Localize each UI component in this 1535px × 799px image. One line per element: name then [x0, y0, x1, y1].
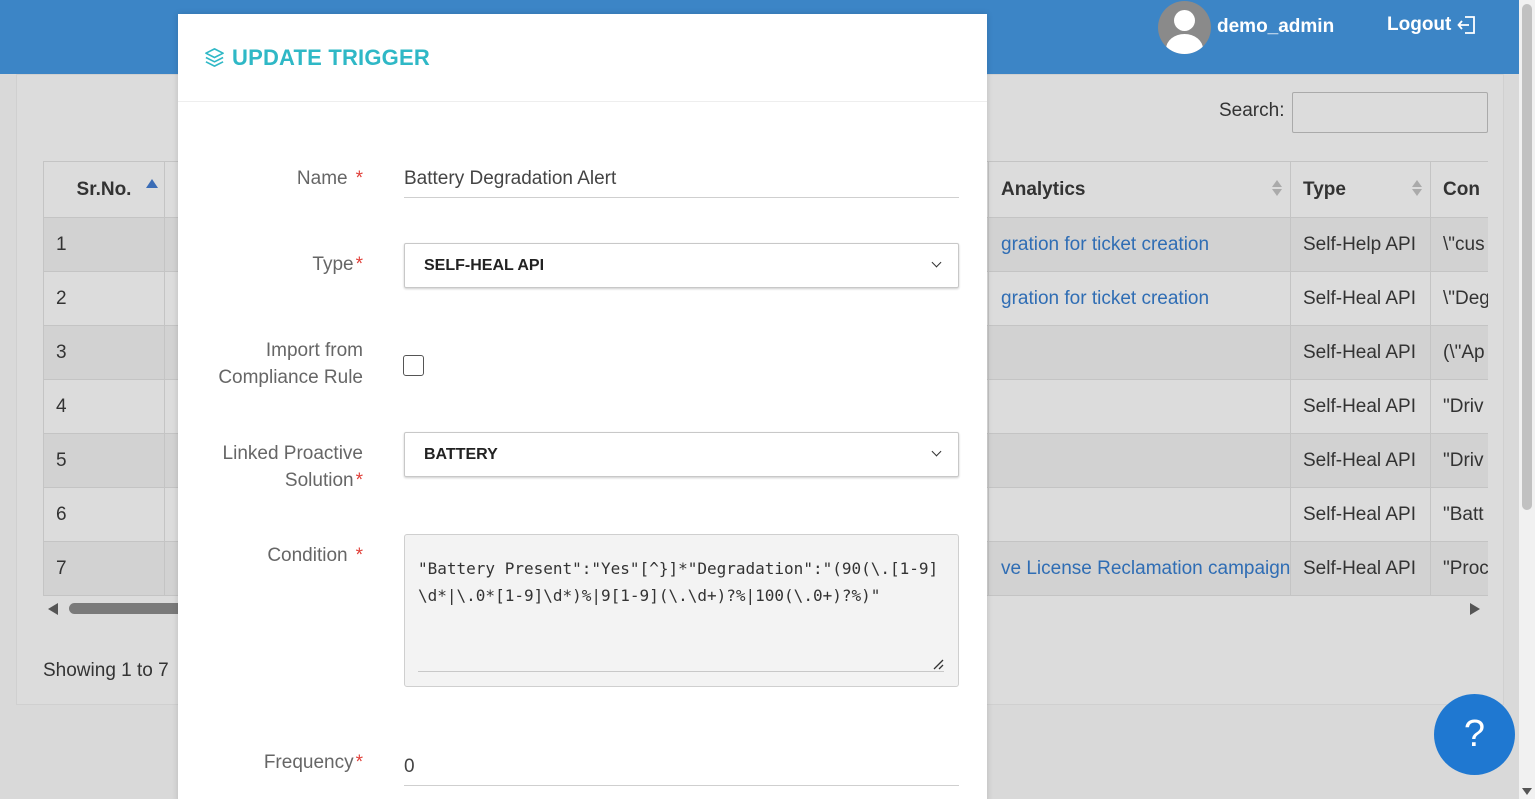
- logout-label: Logout: [1387, 14, 1452, 35]
- cell-type: Self-Heal API: [1290, 487, 1431, 542]
- cell-sr: 2: [43, 271, 165, 326]
- linked-solution-select[interactable]: BATTERY: [404, 432, 959, 477]
- textarea-underline: [418, 671, 944, 672]
- chevron-down-icon: [931, 257, 942, 268]
- cell-condition: \"Deg: [1430, 271, 1488, 326]
- help-button[interactable]: ?: [1434, 694, 1515, 775]
- required-mark: *: [355, 752, 363, 773]
- cell-condition: (\"Ap: [1430, 325, 1488, 380]
- type-label: Type *: [312, 254, 363, 275]
- cell-sr: 7: [43, 541, 165, 596]
- sort-asc-icon: [146, 179, 158, 188]
- cell-type: Self-Heal API: [1290, 271, 1431, 326]
- sort-icon: [1412, 180, 1422, 196]
- required-mark: *: [355, 254, 363, 275]
- cell-analytics-link[interactable]: ve License Reclamation campaign: [988, 541, 1291, 596]
- cell-sr: 1: [43, 217, 165, 272]
- cell-sr: 6: [43, 487, 165, 542]
- condition-textarea[interactable]: "Battery Present":"Yes"[^}]*"Degradation…: [404, 534, 959, 687]
- update-trigger-modal: UPDATE TRIGGER Name * Battery Degradation…: [178, 14, 987, 799]
- cell-sr: 4: [43, 379, 165, 434]
- import-compliance-label: Import from Compliance Rule: [218, 340, 363, 388]
- cell-sr: 3: [43, 325, 165, 380]
- linked-solution-label: Linked Proactive Solution *: [222, 443, 363, 491]
- frequency-label: Frequency *: [263, 752, 363, 773]
- logout-icon: [1457, 16, 1476, 34]
- avatar[interactable]: [1158, 0, 1211, 54]
- column-header-condition[interactable]: Con: [1430, 161, 1488, 218]
- cell-sr: 5: [43, 433, 165, 488]
- pagination-info: Showing 1 to 7: [43, 660, 169, 681]
- column-header-sr-no[interactable]: Sr.No.: [43, 161, 165, 218]
- column-header-type[interactable]: Type: [1290, 161, 1431, 218]
- cell-condition: "Driv: [1430, 433, 1488, 488]
- scroll-down-icon[interactable]: [1522, 788, 1532, 795]
- username[interactable]: demo_admin: [1217, 16, 1334, 38]
- modal-title: UPDATE TRIGGER: [232, 44, 430, 70]
- layers-icon: [205, 48, 224, 67]
- required-mark: *: [355, 470, 363, 491]
- search-label: Search:: [1219, 100, 1285, 121]
- type-select[interactable]: SELF-HEAL API: [404, 243, 959, 288]
- help-label: ?: [1463, 713, 1486, 755]
- name-input[interactable]: Battery Degradation Alert: [404, 160, 959, 198]
- column-header-analytics[interactable]: Analytics: [988, 161, 1291, 218]
- cell-type: Self-Heal API: [1290, 541, 1431, 596]
- cell-analytics-link[interactable]: [988, 325, 1291, 380]
- required-mark: *: [355, 545, 363, 566]
- cell-type: Self-Heal API: [1290, 433, 1431, 488]
- cell-type: Self-Heal API: [1290, 379, 1431, 434]
- cell-type: Self-Help API: [1290, 217, 1431, 272]
- cell-condition: "Driv: [1430, 379, 1488, 434]
- name-label: Name *: [296, 168, 363, 189]
- chevron-down-icon: [931, 446, 942, 457]
- scroll-left-icon[interactable]: [48, 603, 58, 615]
- cell-condition: \"cus: [1430, 217, 1488, 272]
- sort-icon: [1272, 180, 1282, 196]
- required-mark: *: [355, 168, 363, 189]
- cell-condition: "Proc: [1430, 541, 1488, 596]
- frequency-input[interactable]: 0: [404, 748, 959, 786]
- resize-grip-icon[interactable]: [932, 658, 944, 670]
- condition-label: Condition *: [267, 545, 363, 566]
- page-vertical-scrollbar[interactable]: [1519, 0, 1535, 799]
- cell-type: Self-Heal API: [1290, 325, 1431, 380]
- cell-analytics-link[interactable]: gration for ticket creation: [988, 271, 1291, 326]
- type-selected-value: SELF-HEAL API: [424, 256, 545, 274]
- cell-analytics-link[interactable]: [988, 379, 1291, 434]
- frequency-value: 0: [404, 755, 415, 777]
- cell-analytics-link[interactable]: gration for ticket creation: [988, 217, 1291, 272]
- search-input[interactable]: [1292, 92, 1488, 133]
- modal-header: UPDATE TRIGGER: [178, 14, 987, 102]
- cell-condition: "Batt: [1430, 487, 1488, 542]
- logout-button[interactable]: Logout: [1387, 14, 1477, 36]
- import-compliance-checkbox[interactable]: [403, 355, 424, 376]
- condition-value: "Battery Present":"Yes"[^}]*"Degradation…: [418, 559, 939, 605]
- name-value: Battery Degradation Alert: [404, 167, 617, 189]
- cell-analytics-link[interactable]: [988, 433, 1291, 488]
- avatar-head: [1174, 9, 1195, 31]
- avatar-body: [1166, 33, 1203, 54]
- scroll-right-icon[interactable]: [1470, 603, 1480, 615]
- linked-solution-selected-value: BATTERY: [424, 445, 498, 463]
- user-menu[interactable]: demo_admin: [1158, 0, 1334, 54]
- scrollbar-thumb[interactable]: [1522, 4, 1532, 510]
- cell-analytics-link[interactable]: [988, 487, 1291, 542]
